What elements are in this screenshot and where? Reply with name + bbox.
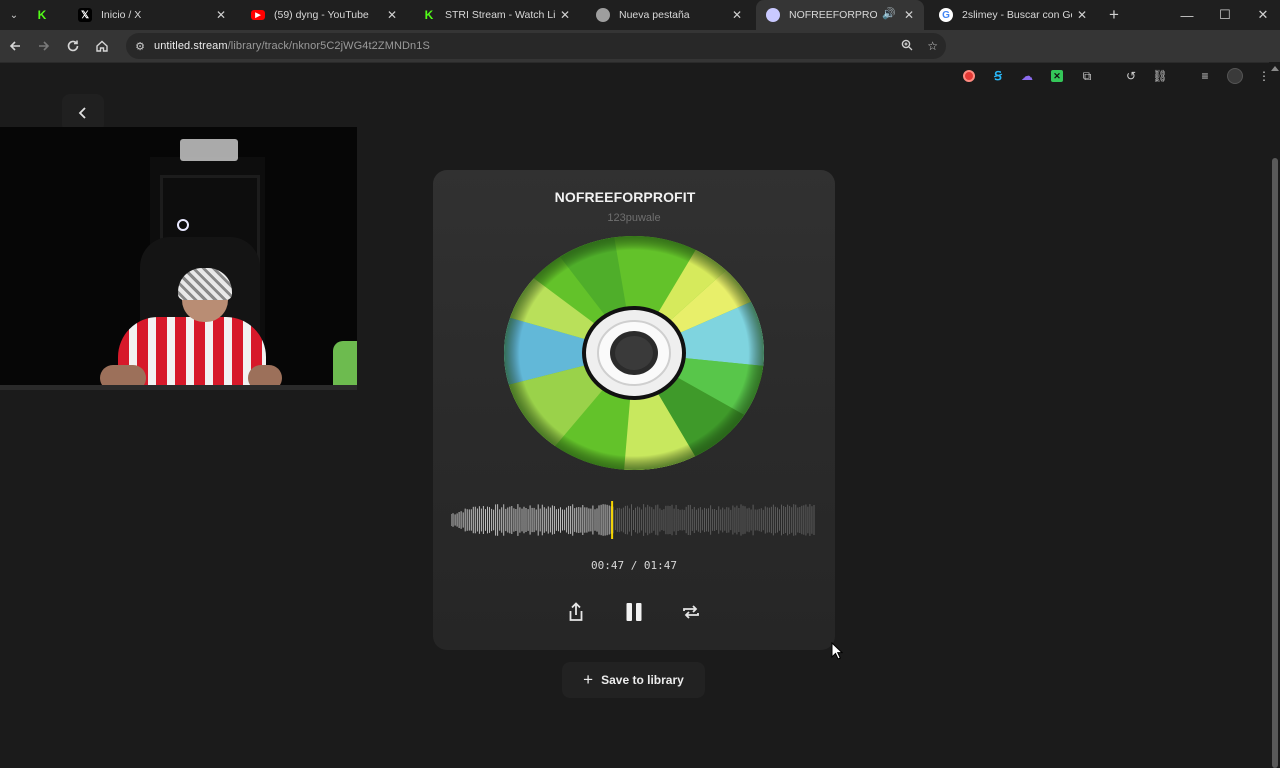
profile-avatar[interactable] bbox=[1222, 60, 1248, 92]
browser-tab[interactable]: 𝕏 Inicio / X ✕ bbox=[68, 0, 236, 30]
x-logo-icon: 𝕏 bbox=[78, 8, 92, 22]
tab-title: NOFREEFORPROFIT bbox=[789, 9, 877, 21]
tab-title: Inicio / X bbox=[101, 9, 142, 21]
url-text[interactable]: untitled.stream/library/track/nknor5C2jW… bbox=[154, 40, 430, 52]
translate-extension-icon[interactable]: Ꞩ bbox=[985, 60, 1011, 92]
extensions-puzzle-icon[interactable]: ⧉ bbox=[1074, 60, 1100, 92]
cloud-extension-icon[interactable]: ☁ bbox=[1014, 60, 1040, 92]
untitled-icon bbox=[766, 8, 780, 22]
cd-disc-artwork bbox=[504, 236, 764, 470]
bookmark-star-icon[interactable]: ☆ bbox=[927, 39, 938, 53]
minimize-button[interactable]: — bbox=[1168, 0, 1206, 30]
track-artist[interactable]: 123puwale bbox=[433, 212, 835, 224]
browser-tab[interactable]: ▶ (59) dyng - YouTube ✕ bbox=[241, 0, 407, 30]
tab-title: Nueva pestaña bbox=[619, 9, 690, 21]
save-to-library-label: Save to library bbox=[601, 673, 684, 687]
mouse-cursor-icon bbox=[831, 642, 843, 660]
tab-search-chevron-icon[interactable]: ⌄ bbox=[0, 0, 28, 30]
repeat-icon bbox=[683, 605, 699, 619]
pause-icon bbox=[626, 603, 642, 621]
tab-close-icon[interactable]: ✕ bbox=[902, 8, 916, 22]
ring-light bbox=[177, 219, 189, 231]
save-to-library-button[interactable]: + Save to library bbox=[562, 662, 705, 698]
tab-close-icon[interactable]: ✕ bbox=[385, 8, 399, 22]
browser-tab[interactable]: Nueva pestaña ✕ bbox=[586, 0, 752, 30]
scroll-up-arrow-icon[interactable] bbox=[1271, 66, 1279, 71]
reload-icon[interactable] bbox=[58, 30, 87, 62]
close-window-button[interactable]: ✕ bbox=[1244, 0, 1280, 30]
forward-nav-icon[interactable] bbox=[29, 30, 58, 62]
url-host: untitled.stream bbox=[154, 40, 228, 52]
browser-tab[interactable]: G 2slimey - Buscar con Google✕ bbox=[929, 0, 1097, 30]
chevron-left-icon bbox=[78, 107, 86, 119]
google-icon: G bbox=[939, 8, 953, 22]
repeat-button[interactable] bbox=[677, 598, 705, 626]
track-title: NOFREEFORPROFIT bbox=[554, 189, 696, 205]
kick-pinned-tab-icon[interactable]: K bbox=[28, 0, 56, 30]
time-display: 00:47 / 01:47 bbox=[590, 559, 678, 572]
record-extension-icon[interactable] bbox=[956, 60, 982, 92]
player-card: NOFREEFORPROFIT 123puwale 00:47 / 01:47 bbox=[433, 170, 835, 650]
desk-edge bbox=[0, 385, 357, 390]
maximize-button[interactable]: ☐ bbox=[1206, 0, 1244, 30]
tab-title: (59) dyng - YouTube bbox=[274, 9, 369, 21]
browser-tab[interactable]: NOFREEFORPROFIT 🔊 ✕ bbox=[756, 0, 924, 30]
share-button[interactable] bbox=[562, 598, 590, 626]
waveform-scrubber[interactable] bbox=[451, 500, 816, 540]
green-object bbox=[333, 341, 357, 390]
pause-button[interactable] bbox=[620, 598, 648, 626]
scroll-thumb[interactable] bbox=[1272, 158, 1278, 768]
site-info-icon[interactable]: ⚙ bbox=[126, 40, 154, 53]
page-scrollbar[interactable] bbox=[1269, 62, 1280, 768]
air-conditioner bbox=[180, 139, 238, 161]
media-control-icon[interactable]: ≡ bbox=[1192, 60, 1218, 92]
share-icon bbox=[569, 602, 583, 621]
new-tab-button[interactable]: + bbox=[1100, 0, 1128, 30]
plus-icon: + bbox=[583, 670, 594, 689]
link-icon[interactable]: ⛓ bbox=[1147, 60, 1173, 92]
youtube-icon: ▶ bbox=[251, 10, 265, 20]
tab-close-icon[interactable]: ✕ bbox=[1075, 8, 1089, 22]
history-icon[interactable]: ↺ bbox=[1118, 60, 1144, 92]
back-nav-icon[interactable] bbox=[0, 30, 29, 62]
kick-icon: K bbox=[424, 8, 434, 22]
tab-audio-icon[interactable]: 🔊 bbox=[882, 7, 896, 20]
tab-close-icon[interactable]: ✕ bbox=[730, 8, 744, 22]
tab-close-icon[interactable]: ✕ bbox=[214, 8, 228, 22]
browser-tab[interactable]: K STRI Stream - Watch Live on Kick✕ bbox=[412, 0, 580, 30]
tab-close-icon[interactable]: ✕ bbox=[558, 8, 572, 22]
chrome-icon bbox=[596, 8, 610, 22]
url-path: /library/track/nknor5C2jWG4t2ZMNDn1S bbox=[227, 40, 430, 52]
sheets-extension-icon[interactable]: ✕ bbox=[1044, 60, 1070, 92]
tab-title: STRI Stream - Watch Live on Kick bbox=[445, 9, 555, 21]
browser-toolbar: ⚙ untitled.stream/library/track/nknor5C2… bbox=[0, 30, 1280, 84]
home-icon[interactable] bbox=[87, 30, 116, 62]
tab-title: 2slimey - Buscar con Google bbox=[962, 9, 1072, 21]
webcam-overlay bbox=[0, 127, 357, 390]
zoom-icon[interactable] bbox=[901, 39, 913, 54]
address-bar[interactable]: ⚙ untitled.stream/library/track/nknor5C2… bbox=[126, 33, 946, 59]
page-divider bbox=[0, 62, 1280, 63]
